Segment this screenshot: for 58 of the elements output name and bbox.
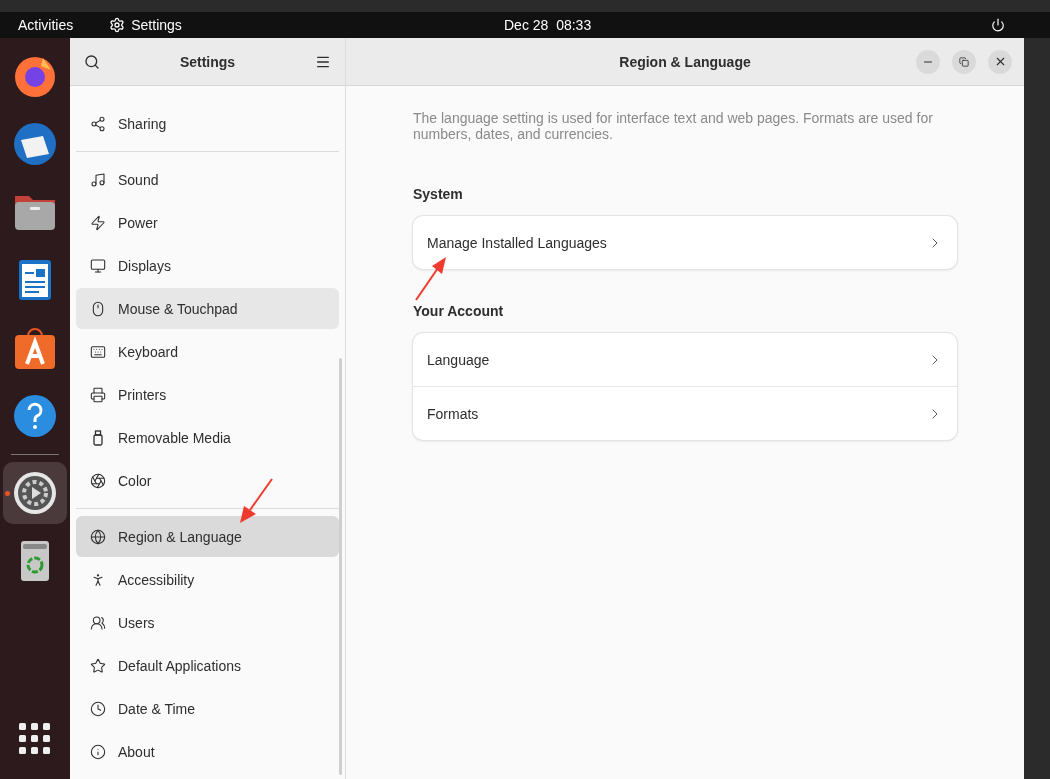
star-icon xyxy=(90,657,106,674)
row-label: Formats xyxy=(427,405,479,422)
description-text: The language setting is used for interface text and web pages. Formats are used for numbers, dates, and currencies. xyxy=(413,110,934,142)
sidebar-item[interactable]: Region & Language xyxy=(76,516,339,557)
aperture-icon xyxy=(90,472,106,489)
sidebar-item[interactable]: About xyxy=(76,731,339,772)
running-indicator xyxy=(5,491,10,496)
clock-icon xyxy=(90,700,106,717)
app-menu[interactable]: Settings xyxy=(131,17,182,33)
window-title: Region & Language xyxy=(619,53,751,70)
restore-icon xyxy=(959,56,969,67)
settings-row[interactable]: Formats xyxy=(413,386,957,440)
globe-icon xyxy=(90,528,106,545)
search-icon[interactable] xyxy=(84,53,100,70)
app-grid-icon[interactable] xyxy=(19,723,51,755)
music-note-icon xyxy=(90,171,106,188)
users-icon xyxy=(90,614,106,631)
monitor-icon xyxy=(90,257,106,274)
sidebar-item[interactable]: Power xyxy=(76,202,339,243)
sidebar-item[interactable]: Keyboard xyxy=(76,331,339,372)
sidebar-item[interactable]: Default Applications xyxy=(76,645,339,686)
section-heading: System xyxy=(413,186,464,202)
printer-icon xyxy=(90,386,106,403)
settings-row[interactable]: Manage Installed Languages xyxy=(413,216,957,269)
gear-icon xyxy=(109,17,126,33)
section-heading: Your Account xyxy=(413,303,505,319)
person-icon xyxy=(90,571,106,588)
mouse-icon xyxy=(90,300,106,317)
usb-drive-icon xyxy=(90,429,106,446)
info-icon xyxy=(90,743,106,760)
sidebar-item[interactable]: Printers xyxy=(76,374,339,415)
sidebar-item[interactable]: Users xyxy=(76,602,339,643)
question-mark-icon[interactable] xyxy=(13,394,57,438)
clock[interactable]: Dec 28 08:33 xyxy=(504,17,592,33)
sidebar-title: Settings xyxy=(179,53,236,70)
row-label: Language xyxy=(427,351,490,368)
minimize-button[interactable] xyxy=(916,49,940,74)
sidebar-item[interactable]: Date & Time xyxy=(76,688,339,729)
keyboard-icon xyxy=(90,343,106,360)
settings-row[interactable]: Language xyxy=(413,333,957,386)
shopping-bag-icon[interactable] xyxy=(13,326,57,370)
sidebar-item[interactable]: Accessibility xyxy=(76,559,339,600)
scrollbar[interactable] xyxy=(339,358,342,775)
annotation-arrow xyxy=(238,478,274,524)
activities-button[interactable]: Activities xyxy=(18,17,74,33)
share-icon xyxy=(90,115,106,132)
row-label: Manage Installed Languages xyxy=(427,234,607,251)
annotation-arrow xyxy=(414,256,448,302)
sidebar-item[interactable]: Sound xyxy=(76,159,339,200)
dock-item[interactable] xyxy=(3,462,67,524)
maximize-button[interactable] xyxy=(952,49,976,74)
sidebar-item[interactable]: Displays xyxy=(76,245,339,286)
sidebar-item[interactable]: Color xyxy=(76,460,339,501)
gear-icon[interactable] xyxy=(13,471,57,515)
close-button[interactable] xyxy=(988,49,1012,74)
sidebar-item[interactable]: Sharing xyxy=(76,103,339,144)
sidebar-item[interactable]: Removable Media xyxy=(76,417,339,458)
sidebar-item[interactable]: Mouse & Touchpad xyxy=(76,288,339,329)
